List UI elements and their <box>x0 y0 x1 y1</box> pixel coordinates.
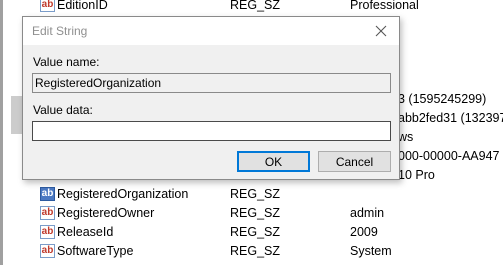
value-name-cell: EditionID <box>57 0 108 12</box>
value-type-cell: REG_SZ <box>230 0 281 12</box>
value-data-cell: System <box>350 244 392 258</box>
value-name-field[interactable] <box>32 73 391 93</box>
value-data-cell: ws <box>398 130 414 144</box>
value-data-cell: 10 Pro <box>398 168 435 182</box>
value-name-cell: SoftwareType <box>57 244 134 258</box>
dialog-titlebar[interactable]: Edit String <box>23 17 399 45</box>
string-value-icon: ab <box>40 187 55 201</box>
string-value-icon: ab <box>40 225 55 239</box>
value-type-cell: REG_SZ <box>230 244 281 258</box>
value-name-label: Value name: <box>33 55 100 69</box>
value-data-cell: abb2fed31 (1323971 <box>398 111 503 125</box>
registry-row-editionid[interactable]: ab EditionID REG_SZ Professional <box>40 0 503 15</box>
value-data-cell: Professional <box>350 0 419 12</box>
tree-selection-marker <box>11 96 22 134</box>
value-type-cell: REG_SZ <box>230 206 281 220</box>
ok-button[interactable]: OK <box>237 151 310 172</box>
value-name-cell: RegisteredOrganization <box>57 187 189 201</box>
registry-row-releaseid[interactable]: ab ReleaseId REG_SZ 2009 <box>40 223 503 242</box>
close-icon <box>375 25 387 37</box>
value-type-cell: REG_SZ <box>230 187 281 201</box>
value-type-cell: REG_SZ <box>230 225 281 239</box>
registry-row-registeredowner[interactable]: ab RegisteredOwner REG_SZ admin <box>40 204 503 223</box>
tree-pane-edge <box>0 0 3 265</box>
edit-string-dialog: Edit String Value name: Value data: OK C… <box>22 16 400 180</box>
value-data-label: Value data: <box>33 103 93 117</box>
close-button[interactable] <box>369 20 393 42</box>
string-value-icon: ab <box>40 244 55 258</box>
dialog-title: Edit String <box>32 24 88 38</box>
value-data-field[interactable] <box>32 121 391 141</box>
value-data-cell: admin <box>350 206 385 220</box>
value-data-cell: 2009 <box>350 225 378 239</box>
cancel-button[interactable]: Cancel <box>318 151 391 172</box>
string-value-icon: ab <box>40 0 55 12</box>
value-data-cell: 3 (1595245299) <box>398 92 487 106</box>
value-name-cell: ReleaseId <box>57 225 114 239</box>
value-data-cell: 000-00000-AA947 <box>398 149 500 163</box>
registry-row-registeredorganization[interactable]: ab RegisteredOrganization REG_SZ <box>40 185 503 204</box>
value-name-cell: RegisteredOwner <box>57 206 155 220</box>
string-value-icon: ab <box>40 206 55 220</box>
registry-editor-window: ab EditionID REG_SZ Professional 3 (1595… <box>0 0 503 265</box>
registry-row-softwaretype[interactable]: ab SoftwareType REG_SZ System <box>40 242 503 261</box>
